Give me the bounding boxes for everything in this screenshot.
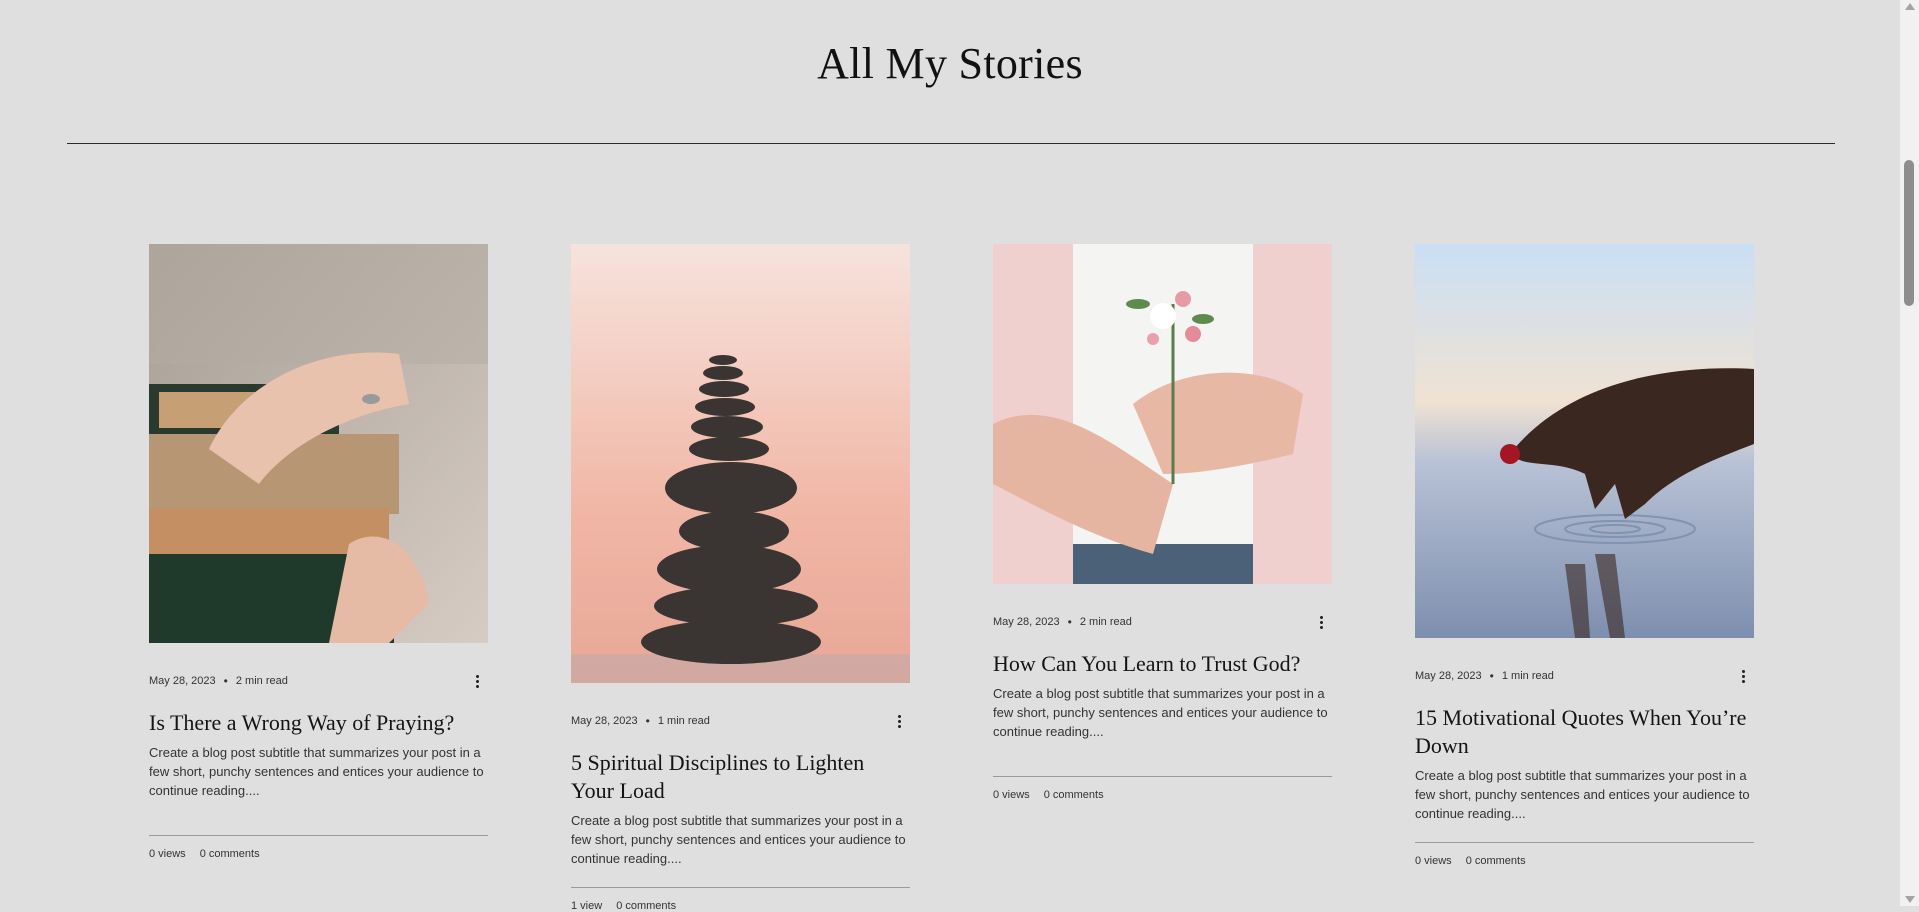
- scroll-up-icon[interactable]: [1905, 3, 1915, 10]
- card-divider: [571, 887, 910, 888]
- post-meta: May 28, 2023 • 2 min read: [149, 671, 488, 691]
- post-views: 0 views: [149, 848, 186, 860]
- post-excerpt[interactable]: Create a blog post subtitle that summari…: [149, 743, 488, 800]
- scroll-down-icon[interactable]: [1905, 896, 1915, 903]
- meta-separator: •: [645, 714, 650, 728]
- post-cover-image[interactable]: [571, 244, 910, 683]
- post-card[interactable]: May 28, 2023 • 2 min read How Can You Le…: [993, 244, 1332, 801]
- blog-page: All My Stories May 28, 2023 • 2 min read…: [0, 0, 1900, 912]
- post-comments[interactable]: 0 comments: [1466, 855, 1526, 867]
- post-cover-image[interactable]: [149, 244, 488, 643]
- post-stats: 0 views 0 comments: [149, 848, 488, 860]
- post-excerpt[interactable]: Create a blog post subtitle that summari…: [993, 684, 1332, 741]
- post-excerpt[interactable]: Create a blog post subtitle that summari…: [571, 811, 910, 868]
- post-meta: May 28, 2023 • 2 min read: [993, 612, 1332, 632]
- post-read-time: 1 min read: [657, 715, 710, 727]
- vertical-scrollbar[interactable]: [1899, 0, 1919, 906]
- post-stats: 1 view 0 comments: [571, 900, 910, 912]
- card-divider: [1415, 842, 1754, 843]
- card-divider: [149, 835, 488, 836]
- post-views: 0 views: [1415, 855, 1452, 867]
- post-comments[interactable]: 0 comments: [200, 848, 260, 860]
- post-stats: 0 views 0 comments: [1415, 855, 1754, 867]
- more-vertical-icon[interactable]: [471, 672, 483, 690]
- post-read-time: 2 min read: [235, 675, 288, 687]
- post-title[interactable]: 5 Spiritual Disciplines to Lighten Your …: [571, 749, 910, 805]
- post-cover-image[interactable]: [993, 244, 1332, 584]
- post-read-time: 1 min read: [1501, 670, 1554, 682]
- post-title[interactable]: How Can You Learn to Trust God?: [993, 650, 1332, 678]
- meta-separator: •: [1489, 669, 1494, 683]
- post-stats: 0 views 0 comments: [993, 789, 1332, 801]
- more-vertical-icon[interactable]: [1737, 667, 1749, 685]
- post-title[interactable]: 15 Motivational Quotes When You’re Down: [1415, 704, 1754, 760]
- post-card[interactable]: May 28, 2023 • 1 min read 15 Motivationa…: [1415, 244, 1754, 867]
- post-meta: May 28, 2023 • 1 min read: [571, 711, 910, 731]
- card-divider: [993, 776, 1332, 777]
- post-excerpt[interactable]: Create a blog post subtitle that summari…: [1415, 766, 1754, 823]
- post-cover-image[interactable]: [1415, 244, 1754, 638]
- post-card[interactable]: May 28, 2023 • 1 min read 5 Spiritual Di…: [571, 244, 910, 912]
- post-date: May 28, 2023: [149, 675, 216, 687]
- post-meta: May 28, 2023 • 1 min read: [1415, 666, 1754, 686]
- post-date: May 28, 2023: [993, 616, 1060, 628]
- post-card[interactable]: May 28, 2023 • 2 min read Is There a Wro…: [149, 244, 488, 860]
- more-vertical-icon[interactable]: [893, 712, 905, 730]
- post-views: 1 view: [571, 900, 603, 912]
- post-comments[interactable]: 0 comments: [616, 900, 676, 912]
- page-title: All My Stories: [817, 39, 1083, 88]
- meta-separator: •: [1067, 615, 1072, 629]
- title-divider: [67, 143, 1835, 144]
- post-views: 0 views: [993, 789, 1030, 801]
- meta-separator: •: [223, 674, 228, 688]
- more-vertical-icon[interactable]: [1315, 613, 1327, 631]
- scroll-thumb[interactable]: [1904, 160, 1914, 306]
- post-read-time: 2 min read: [1079, 616, 1132, 628]
- post-date: May 28, 2023: [571, 715, 638, 727]
- post-comments[interactable]: 0 comments: [1044, 789, 1104, 801]
- post-date: May 28, 2023: [1415, 670, 1482, 682]
- post-title[interactable]: Is There a Wrong Way of Praying?: [149, 709, 488, 737]
